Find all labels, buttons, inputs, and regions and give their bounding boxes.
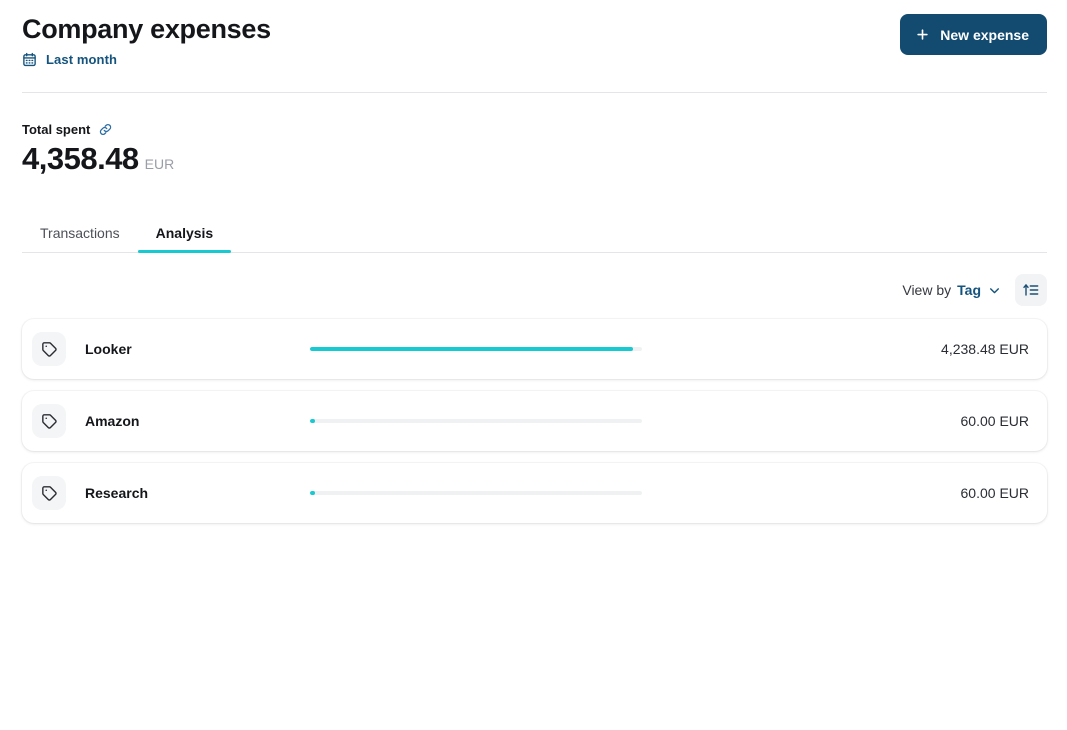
row-bar-track [310, 419, 642, 423]
row-bar-track [310, 347, 642, 351]
tag-icon-wrap [32, 476, 66, 510]
plus-icon [915, 27, 930, 42]
sort-button[interactable] [1015, 274, 1047, 306]
tab-bar: Transactions Analysis [22, 213, 1047, 253]
period-label: Last month [46, 52, 118, 67]
expenses-page: Company expenses Last month New expense … [0, 0, 1067, 730]
table-row[interactable]: Looker 4,238.48 EUR [22, 319, 1047, 379]
sort-ascending-icon [1023, 282, 1039, 298]
analysis-controls: View by Tag [902, 274, 1047, 306]
total-spent-label: Total spent [22, 122, 91, 137]
total-spent-currency: EUR [144, 156, 175, 172]
tag-icon [41, 413, 58, 430]
new-expense-label: New expense [940, 26, 1029, 43]
row-bar-fill [310, 419, 315, 423]
total-spent-label-row: Total spent [22, 122, 174, 137]
row-bar-track [310, 491, 642, 495]
tag-icon [41, 341, 58, 358]
table-row[interactable]: Amazon 60.00 EUR [22, 391, 1047, 451]
view-by-value: Tag [957, 282, 981, 298]
page-title: Company expenses [22, 14, 271, 44]
row-label: Amazon [85, 413, 140, 429]
page-header: Company expenses Last month New expense [22, 12, 1047, 92]
row-bar-fill [310, 347, 633, 351]
row-label: Looker [85, 341, 132, 357]
calendar-icon [22, 52, 37, 67]
view-by-label: View by [902, 282, 952, 298]
chevron-down-icon [988, 284, 1001, 297]
tab-analysis[interactable]: Analysis [137, 213, 232, 253]
link-icon[interactable] [98, 122, 113, 137]
header-divider [22, 92, 1047, 93]
row-bar-fill [310, 491, 315, 495]
total-spent-amount: 4,358.48 [22, 141, 139, 176]
view-by-dropdown[interactable]: View by Tag [902, 282, 1001, 298]
tab-analysis-label: Analysis [155, 224, 214, 241]
tag-icon [41, 485, 58, 502]
total-spent-amount-row: 4,358.48 EUR [22, 142, 174, 176]
row-amount: 4,238.48 EUR [941, 341, 1029, 357]
table-row[interactable]: Research 60.00 EUR [22, 463, 1047, 523]
tag-icon-wrap [32, 332, 66, 366]
tab-transactions-label: Transactions [40, 224, 120, 241]
row-amount: 60.00 EUR [960, 485, 1029, 501]
tab-transactions[interactable]: Transactions [22, 213, 138, 252]
total-spent-block: Total spent 4,358.48 EUR [22, 122, 174, 176]
analysis-rows: Looker 4,238.48 EUR Amazon 60.00 EUR Res… [22, 319, 1047, 523]
period-selector[interactable]: Last month [22, 52, 1047, 67]
tag-icon-wrap [32, 404, 66, 438]
new-expense-button[interactable]: New expense [900, 14, 1047, 55]
row-amount: 60.00 EUR [960, 413, 1029, 429]
row-label: Research [85, 485, 149, 501]
